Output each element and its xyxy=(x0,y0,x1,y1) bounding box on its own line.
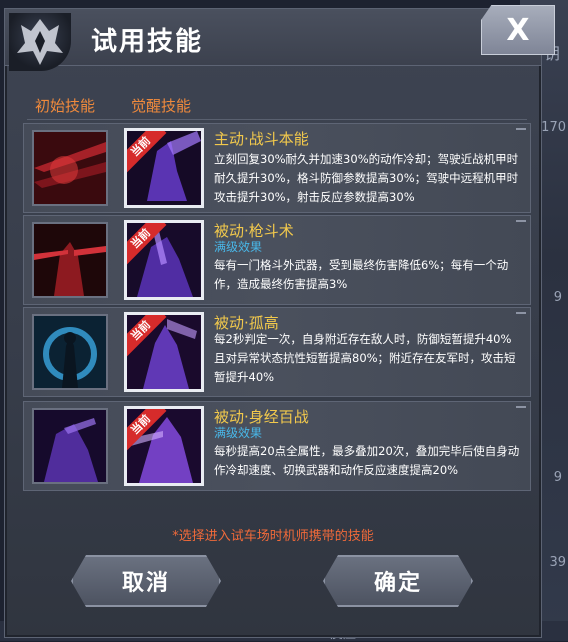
cancel-button[interactable]: 取消 xyxy=(71,555,221,607)
awaken-skill-icon[interactable]: 当前 xyxy=(124,312,204,392)
close-icon: X xyxy=(506,12,530,48)
skill-description: 每有一门格斗外武器，受到最终伤害降低6%；每有一个动作，造成最终伤害提高3% xyxy=(214,258,509,291)
background-text: 9 xyxy=(553,290,562,305)
hint-text: *选择进入试车场时机师携带的技能 xyxy=(172,529,374,544)
row-corner-mark xyxy=(516,312,526,314)
skill-row[interactable]: 当前 被动·孤高 每2秒判定一次，自身附近存在敌人时，防御短暂提升40%且对异常… xyxy=(23,307,531,397)
row-corner-mark xyxy=(516,220,526,222)
initial-skill-icon[interactable] xyxy=(32,408,108,484)
close-button[interactable]: X xyxy=(481,5,555,55)
awaken-skill-icon[interactable]: 当前 xyxy=(124,220,204,300)
initial-skill-icon[interactable] xyxy=(32,222,108,298)
skill-row[interactable]: 当前 主动·战斗本能 立刻回复30%耐久并加速30%的动作冷却；驾驶近战机甲时耐… xyxy=(23,123,531,213)
skill-row[interactable]: 当前 被动·枪斗术 满级效果 每有一门格斗外武器，受到最终伤害降低6%；每有一个… xyxy=(23,215,531,305)
confirm-button[interactable]: 确定 xyxy=(323,555,473,607)
max-level-label: 满级效果 xyxy=(214,240,263,254)
initial-skill-icon[interactable] xyxy=(32,314,108,390)
background-text: 170 xyxy=(541,120,566,135)
skill-row[interactable]: 当前 被动·身经百战 满级效果 每秒提高20点全属性，最多叠加20次，叠加完毕后… xyxy=(23,401,531,491)
dialog-title-bar: 试用技能 xyxy=(5,9,541,71)
skill-description: 每秒提高20点全属性，最多叠加20次，叠加完毕后使自身动作冷却速度、切换武器和动… xyxy=(214,444,520,477)
skill-description: 每2秒判定一次，自身附近存在敌人时，防御短暂提升40%且对异常状态抗性短暂提高8… xyxy=(214,332,516,384)
column-label-initial: 初始技能 xyxy=(35,97,96,115)
awaken-skill-icon[interactable]: 当前 xyxy=(124,406,204,486)
trial-skill-dialog: 试用技能 X 初始技能 觉醒技能 当前 主动·战斗本能 立刻回复30%耐久并加速… xyxy=(4,5,555,638)
column-label-awaken: 觉醒技能 xyxy=(131,97,192,115)
max-level-label: 满级效果 xyxy=(214,426,263,440)
background-text: 39 xyxy=(549,555,566,570)
awaken-skill-icon[interactable]: 当前 xyxy=(124,128,204,208)
row-corner-mark xyxy=(516,406,526,408)
row-corner-mark xyxy=(516,128,526,130)
mecha-emblem-icon xyxy=(9,13,71,71)
dialog-title: 试用技能 xyxy=(91,27,204,57)
divider xyxy=(27,119,527,120)
background-text: 9 xyxy=(553,470,562,485)
skill-name: 主动·战斗本能 xyxy=(214,130,309,148)
skill-description: 立刻回复30%耐久并加速30%的动作冷却；驾驶近战机甲时耐久提升30%，格斗防御… xyxy=(214,152,519,204)
initial-skill-icon[interactable] xyxy=(32,130,108,206)
